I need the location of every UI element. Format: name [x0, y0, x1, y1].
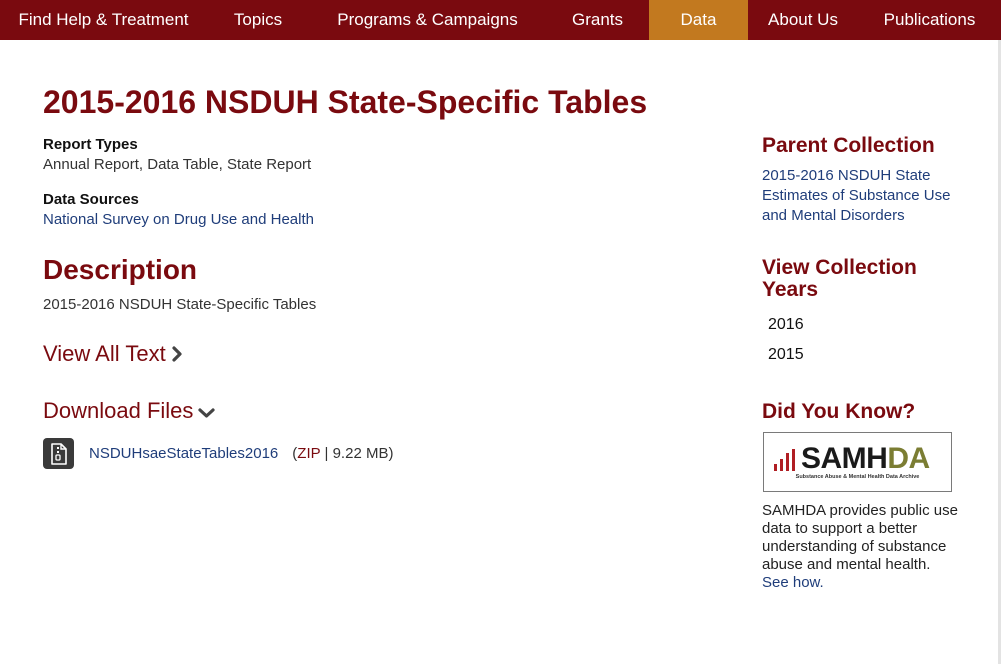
- view-collection-years-line1: View Collection: [762, 256, 917, 279]
- nav-item-publications[interactable]: Publications: [858, 0, 1001, 40]
- nav-item-topics[interactable]: Topics: [207, 0, 309, 40]
- samhda-subtitle: Substance Abuse & Mental Health Data Arc…: [795, 474, 920, 480]
- nav-item-find-help[interactable]: Find Help & Treatment: [0, 0, 207, 40]
- file-meta-separator: |: [320, 445, 333, 462]
- collection-year-2015[interactable]: 2015: [768, 346, 804, 364]
- top-navigation: Find Help & Treatment Topics Programs & …: [0, 0, 1001, 40]
- samhda-bars-icon: [774, 449, 795, 471]
- file-download-link[interactable]: NSDUHsaeStateTables2016: [89, 445, 278, 462]
- view-collection-years-heading: View Collection Years: [762, 257, 917, 301]
- page-title: 2015-2016 NSDUH State-Specific Tables: [43, 84, 648, 120]
- file-meta-close-paren: ): [388, 445, 394, 462]
- chevron-down-icon: [198, 408, 216, 418]
- view-collection-years-line2: Years: [762, 278, 819, 301]
- data-sources-label: Data Sources: [43, 191, 139, 208]
- nav-item-programs-campaigns[interactable]: Programs & Campaigns: [309, 0, 546, 40]
- nav-item-about-us[interactable]: About Us: [748, 0, 858, 40]
- report-types-value: Annual Report, Data Table, State Report: [43, 156, 312, 173]
- collection-year-2016[interactable]: 2016: [768, 316, 804, 334]
- file-size: 9.22 MB: [332, 445, 389, 462]
- did-you-know-text: SAMHDA provides public use data to suppo…: [762, 502, 958, 573]
- view-all-text-link[interactable]: View All Text: [43, 341, 183, 367]
- parent-collection-link[interactable]: 2015-2016 NSDUH State Estimates of Subst…: [762, 166, 962, 226]
- samhda-wordmark-accent: DA: [887, 442, 930, 475]
- data-source-link[interactable]: National Survey on Drug Use and Health: [43, 211, 314, 228]
- report-types-label: Report Types: [43, 136, 138, 153]
- chevron-right-icon: [172, 346, 182, 362]
- file-meta: (ZIP | 9.22 MB): [292, 445, 393, 462]
- zip-file-icon[interactable]: [43, 438, 74, 469]
- samhda-wordmark: SAMHDA: [801, 443, 930, 475]
- nav-item-data[interactable]: Data: [649, 0, 748, 40]
- parent-collection-heading: Parent Collection: [762, 134, 935, 157]
- download-files-label: Download Files: [43, 398, 194, 423]
- did-you-know-heading: Did You Know?: [762, 400, 916, 423]
- file-type: ZIP: [297, 445, 321, 462]
- description-text: 2015-2016 NSDUH State-Specific Tables: [43, 296, 317, 313]
- samhda-logo-banner[interactable]: SAMHDA Substance Abuse & Mental Health D…: [763, 432, 952, 492]
- download-files-toggle[interactable]: Download Files: [43, 398, 216, 424]
- see-how-link[interactable]: See how.: [762, 574, 824, 591]
- download-file-row: NSDUHsaeStateTables2016 (ZIP | 9.22 MB): [43, 438, 393, 469]
- description-heading: Description: [43, 254, 198, 285]
- view-all-text-label: View All Text: [43, 341, 166, 366]
- nav-item-grants[interactable]: Grants: [546, 0, 649, 40]
- samhda-wordmark-main: SAMH: [801, 442, 888, 475]
